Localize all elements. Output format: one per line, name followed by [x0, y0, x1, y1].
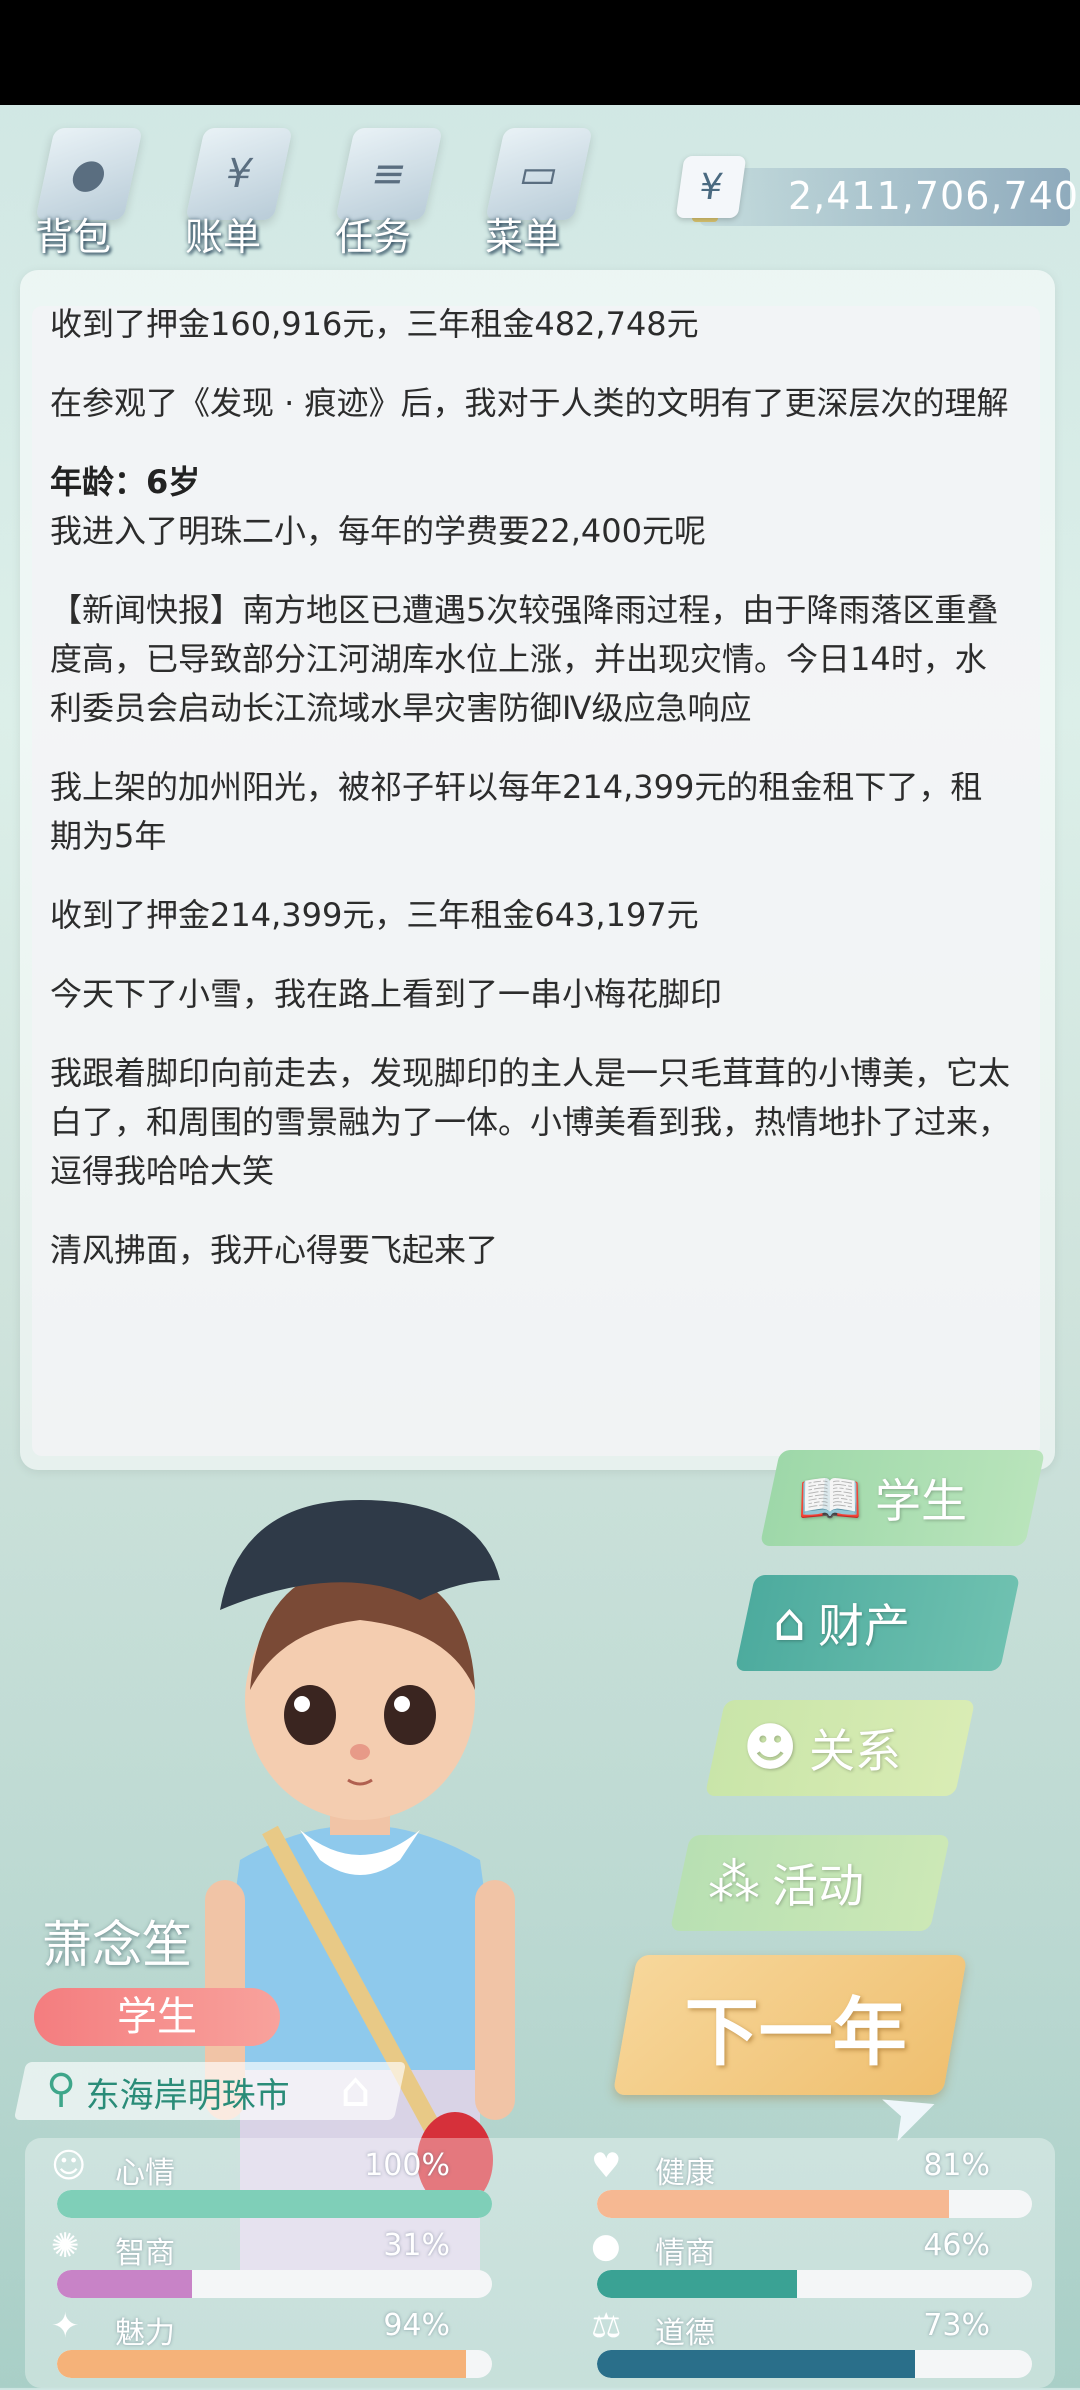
house-icon: ⌂: [773, 1593, 807, 1653]
stat-value: 100%: [364, 2148, 450, 2183]
stat-value: 73%: [923, 2308, 990, 2343]
asset-button[interactable]: ⌂ 财产: [734, 1575, 1021, 1671]
log-entry: 收到了押金160,916元，三年租金482,748元: [50, 305, 699, 343]
log-entry: 我上架的加州阳光，被祁子轩以每年214,399元的租金租下了，租期为5年: [50, 768, 983, 855]
asset-button-label: 财产: [818, 1599, 911, 1653]
yen-icon: ¥: [675, 156, 747, 218]
log-entry: 我进入了明珠二小，每年的学费要22,400元呢: [50, 512, 706, 550]
stat-bar-fill: [597, 2190, 950, 2218]
stat-value: 31%: [383, 2228, 450, 2263]
menu-bill[interactable]: ¥ 账单: [175, 110, 305, 260]
stat-mood: ☺ 心情 100%: [25, 2146, 492, 2228]
log-entry: 收到了押金214,399元，三年租金643,197元: [50, 896, 699, 934]
stat-bar-fill: [597, 2350, 915, 2378]
stat-health: ♥ 健康 81%: [565, 2146, 1032, 2228]
stat-morality: ⚖ 道德 73%: [565, 2306, 1032, 2388]
log-entry: 今天下了小雪，我在路上看到了一串小梅花脚印: [50, 975, 723, 1013]
stat-name: 健康: [655, 2156, 715, 2191]
player-name: 萧念笙: [42, 1916, 192, 1974]
menu-menu[interactable]: ▭ 菜单: [475, 110, 605, 260]
log-entry: 清风拂面，我开心得要飞起来了: [50, 1231, 499, 1269]
role-badge: 学生: [34, 1988, 280, 2046]
menu-menu-label: 菜单: [485, 215, 562, 259]
stat-bar: [597, 2270, 1032, 2298]
book-icon: 📖: [798, 1468, 863, 1529]
home-icon: ⌂: [340, 2062, 371, 2118]
life-log-text: 收到了押金160,916元，三年租金482,748元 在参观了《发现 · 痕迹》…: [50, 300, 1010, 1305]
stat-name: 魅力: [115, 2316, 175, 2351]
activity-button[interactable]: ⁂ 活动: [669, 1835, 951, 1931]
people-icon: ☻: [743, 1718, 798, 1778]
bulb-icon: ✺: [51, 2226, 80, 2266]
relation-button[interactable]: ☻ 关系: [704, 1700, 976, 1796]
stat-bar: [57, 2190, 492, 2218]
menu-task-label: 任务: [335, 215, 412, 259]
stat-iq: ✺ 智商 31%: [25, 2226, 492, 2308]
stat-value: 94%: [383, 2308, 450, 2343]
activity-button-label: 活动: [772, 1859, 864, 1913]
money-amount: 2,411,706,740: [788, 174, 1080, 218]
log-entry: 【新闻快报】南方地区已遭遇5次较强降雨过程，由于降雨落区重叠度高，已导致部分江河…: [50, 591, 999, 727]
stat-name: 智商: [115, 2236, 175, 2271]
money-display: ¥ 2,411,706,740: [675, 156, 1078, 226]
stat-bar: [57, 2270, 492, 2298]
location-pin-icon: ⚲: [46, 2066, 76, 2112]
stat-bar-fill: [57, 2350, 466, 2378]
status-bar: [0, 0, 1080, 105]
stat-value: 46%: [923, 2228, 990, 2263]
menu-backpack[interactable]: ● 背包: [25, 110, 155, 260]
sparkle-icon: ✦: [51, 2306, 80, 2346]
stat-name: 道德: [655, 2316, 715, 2351]
stat-eq: ● 情商 46%: [565, 2226, 1032, 2308]
heart-icon: ♥: [591, 2146, 622, 2186]
stat-charm: ✦ 魅力 94%: [25, 2306, 492, 2388]
student-button-label: 学生: [874, 1474, 967, 1528]
smile-icon: ☺: [51, 2146, 87, 2186]
age-block: 年龄：6岁 我进入了明珠二小，每年的学费要22,400元呢: [50, 458, 1010, 556]
stat-name: 心情: [115, 2156, 175, 2191]
stat-bar: [57, 2350, 492, 2378]
menu-bill-label: 账单: [185, 215, 262, 259]
relation-button-label: 关系: [809, 1724, 902, 1778]
menu-backpack-label: 背包: [35, 215, 112, 259]
location-text: 东海岸明珠市: [85, 2076, 290, 2116]
stat-bar: [597, 2350, 1032, 2378]
log-entry: 我跟着脚印向前走去，发现脚印的主人是一只毛茸茸的小博美，它太白了，和周围的雪景融…: [50, 1054, 1011, 1190]
stat-bar-fill: [57, 2190, 492, 2218]
next-year-label: 下一年: [684, 1990, 907, 2076]
scale-icon: ⚖: [591, 2306, 622, 2346]
location-bar[interactable]: ⚲ 东海岸明珠市 ⌂: [13, 2062, 407, 2120]
student-button[interactable]: 📖 学生: [759, 1450, 1046, 1546]
activity-icon: ⁂: [708, 1853, 760, 1913]
menu-task[interactable]: ≡ 任务: [325, 110, 455, 260]
stat-bar-fill: [57, 2270, 192, 2298]
apple-icon: ●: [591, 2226, 621, 2266]
stats-panel: ☺ 心情 100% ♥ 健康 81% ✺ 智商 31% ● 情商 46% ✦ 魅…: [25, 2138, 1055, 2388]
stat-name: 情商: [655, 2236, 715, 2271]
stat-bar: [597, 2190, 1032, 2218]
age-title: 年龄：6岁: [50, 463, 201, 501]
stat-value: 81%: [923, 2148, 990, 2183]
stat-bar-fill: [597, 2270, 798, 2298]
log-entry: 在参观了《发现 · 痕迹》后，我对于人类的文明有了更深层次的理解: [50, 384, 1009, 422]
